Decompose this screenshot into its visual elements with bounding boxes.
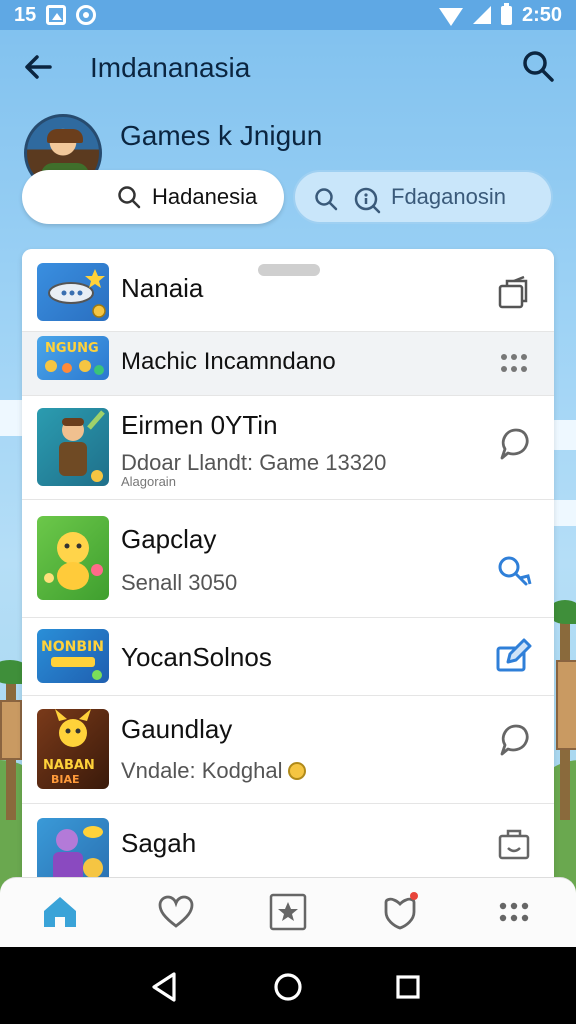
app-bar: Imdananasia xyxy=(0,42,576,92)
notification-dot xyxy=(410,892,418,900)
chat-bubble-icon xyxy=(500,724,529,756)
game-title: Nanaia xyxy=(121,273,204,303)
sync-notification-icon xyxy=(76,5,97,25)
nav-favorites[interactable] xyxy=(156,892,196,932)
game-tag: Alagorain xyxy=(121,474,176,489)
nav-featured[interactable] xyxy=(268,892,308,932)
game-subtitle: Senall 3050 xyxy=(121,570,238,595)
heart-icon xyxy=(158,895,194,928)
search-icon xyxy=(523,51,554,82)
square-recents-icon xyxy=(396,975,420,999)
system-back-button[interactable] xyxy=(146,969,182,1005)
arrow-left-icon xyxy=(25,55,52,79)
game-title: YocanSolnos xyxy=(121,642,272,672)
game-title: Gapclay xyxy=(121,524,217,554)
status-time-left: 15 xyxy=(14,3,37,26)
drag-handle[interactable] xyxy=(258,264,320,276)
search-link-icon xyxy=(498,556,532,586)
game-subtitle: Vndale: Kodghal xyxy=(121,758,283,783)
circle-home-icon xyxy=(274,973,302,1001)
coin-icon xyxy=(288,762,306,780)
search-chip-secondary-label: Fdaganosin xyxy=(391,184,506,209)
game-title: Gaundlay xyxy=(121,714,233,744)
chat-bubble-icon xyxy=(500,428,529,460)
more-dots-icon xyxy=(501,354,527,372)
signal-icon xyxy=(472,6,491,24)
search-icon xyxy=(118,186,141,209)
svg-text:NONBIN: NONBIN xyxy=(41,639,104,655)
game-list: Nanaia NGUNG Machic Incamndano Eirmen 0Y… xyxy=(22,249,554,949)
system-navigation-bar xyxy=(0,947,576,1024)
home-icon xyxy=(44,897,76,927)
chat-button[interactable] xyxy=(494,424,534,464)
wifi-icon xyxy=(438,8,463,26)
chat-button[interactable] xyxy=(494,720,534,760)
search-chip-primary[interactable]: Hadanesia xyxy=(22,170,284,224)
game-thumbnail xyxy=(37,263,109,321)
list-item[interactable]: Gapclay Senall 3050 xyxy=(22,500,554,618)
game-title: Machic Incamndano xyxy=(121,348,336,375)
find-button[interactable] xyxy=(494,552,534,592)
game-thumbnail: NGUNG xyxy=(37,336,109,380)
info-search-icon xyxy=(354,187,381,214)
game-title: Sagah xyxy=(121,828,197,858)
bottom-navigation xyxy=(0,877,576,947)
game-thumbnail: NABAN BIAE xyxy=(37,709,109,789)
status-bar: 15 2:50 xyxy=(0,0,576,30)
image-notification-icon xyxy=(46,5,67,25)
briefcase-icon xyxy=(498,829,530,860)
game-thumbnail: NONBIN xyxy=(37,629,109,683)
list-item[interactable]: Nanaia xyxy=(22,249,554,332)
open-button[interactable] xyxy=(494,273,534,313)
system-home-button[interactable] xyxy=(270,969,306,1005)
battery-icon xyxy=(500,2,512,25)
edit-icon xyxy=(496,638,532,672)
list-item[interactable]: Eirmen 0YTin Ddoar Llandt: Game 13320 Al… xyxy=(22,396,554,500)
nav-more[interactable] xyxy=(494,892,534,932)
star-box-icon xyxy=(269,893,307,931)
list-item[interactable]: NGUNG Machic Incamndano xyxy=(22,332,554,396)
game-thumbnail xyxy=(37,516,109,600)
status-time-right: 2:50 xyxy=(521,3,562,26)
system-recents-button[interactable] xyxy=(390,969,426,1005)
app-title: Imdananasia xyxy=(90,52,251,83)
profile-title: Games k Jnigun xyxy=(120,120,323,151)
search-chip-primary-label: Hadanesia xyxy=(152,184,258,209)
list-item[interactable]: NABAN BIAE Gaundlay Vndale: Kodghal xyxy=(22,696,554,804)
nav-rewards[interactable] xyxy=(380,892,420,932)
search-button[interactable] xyxy=(520,48,556,84)
list-item[interactable]: NONBIN YocanSolnos xyxy=(22,618,554,696)
nav-home[interactable] xyxy=(40,892,80,932)
game-title: Eirmen 0YTin xyxy=(121,410,278,440)
svg-text:NGUNG: NGUNG xyxy=(45,341,99,356)
open-external-icon xyxy=(498,275,528,309)
back-button[interactable] xyxy=(22,50,56,84)
svg-text:BIAE: BIAE xyxy=(51,773,80,786)
game-thumbnail xyxy=(37,408,109,486)
bag-button[interactable] xyxy=(494,824,534,864)
game-subtitle: Ddoar Llandt: Game 13320 xyxy=(121,450,387,475)
more-button[interactable] xyxy=(494,344,534,384)
search-icon xyxy=(315,188,338,211)
triangle-back-icon xyxy=(152,972,176,1002)
search-chip-secondary[interactable]: Fdaganosin xyxy=(293,170,553,224)
svg-text:NABAN: NABAN xyxy=(43,758,95,773)
edit-button[interactable] xyxy=(494,636,534,676)
grid-dots-icon xyxy=(499,902,529,922)
